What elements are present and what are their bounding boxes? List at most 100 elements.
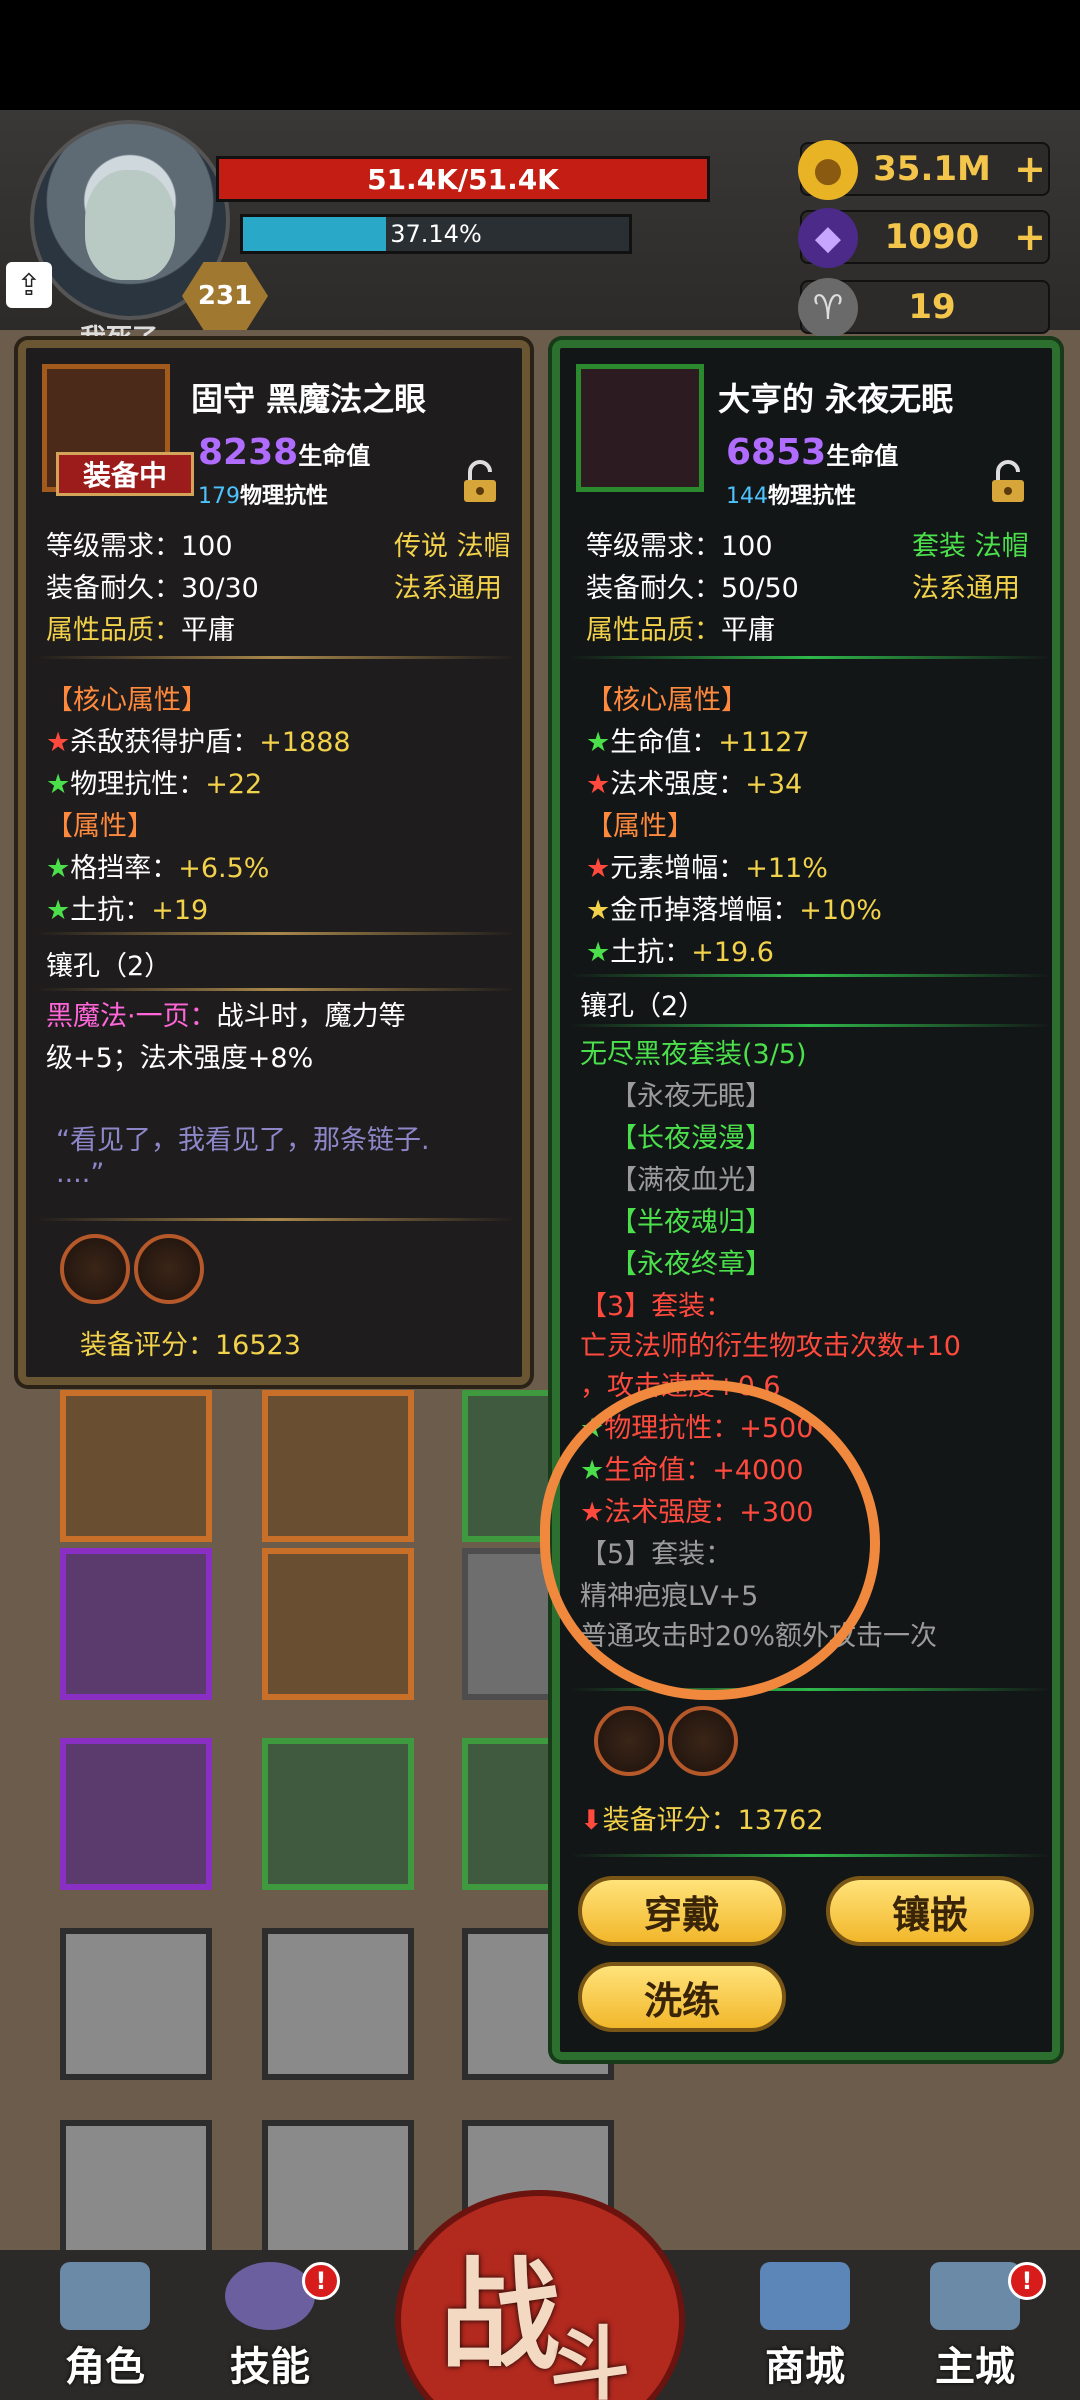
key-counter: ♈ 19	[798, 278, 1050, 338]
socket-slot[interactable]	[668, 1706, 738, 1776]
refine-button[interactable]: 洗练	[578, 1962, 786, 2032]
ram-skull-icon: ♈	[798, 278, 858, 338]
key-value: 19	[908, 287, 956, 327]
swirl-icon	[225, 2262, 315, 2330]
quality: 属性品质：平庸	[586, 608, 775, 647]
gold-counter: ● 35.1M +	[798, 140, 1050, 200]
skill-name: 黑魔法·一页：	[46, 1001, 217, 1032]
core-attribute: ★杀敌获得护盾：+1888	[46, 727, 351, 758]
divider	[570, 1688, 1050, 1691]
score-down-arrow-icon: ⬇	[580, 1805, 603, 1836]
attribute: ★金币掉落增幅：+10%	[586, 895, 882, 926]
core-attribute: ★物理抗性：+22	[46, 769, 263, 800]
divider	[36, 988, 516, 991]
add-gold-button[interactable]: +	[1010, 144, 1050, 194]
attr-value: +34	[745, 769, 803, 800]
gem-value: 1090	[884, 217, 980, 257]
unlock-icon[interactable]	[456, 458, 504, 506]
attr-label: 土抗：	[610, 937, 692, 968]
unlock-icon[interactable]	[984, 458, 1032, 506]
core-attribute: ★生命值：+1127	[586, 727, 810, 758]
inventory-slot[interactable]	[262, 1928, 414, 2080]
sockets-label: 镶孔（2）	[580, 991, 706, 1022]
notification-badge: !	[302, 2262, 340, 2300]
inventory-slot[interactable]	[262, 1548, 414, 1700]
item-class: 法系通用	[394, 573, 502, 604]
core-attributes-header: 【核心属性】	[46, 685, 208, 716]
attr-value: +19	[151, 895, 209, 926]
divider	[36, 1218, 516, 1221]
item-armor: 179物理抗性	[198, 478, 328, 510]
rarity-type: 传说 法帽	[394, 531, 511, 562]
nav-city-label: 主城	[935, 2344, 1015, 2390]
attribute: ★土抗：+19	[46, 895, 209, 926]
inventory-slot[interactable]	[262, 1390, 414, 1542]
battle-label-1: 战	[440, 2245, 560, 2386]
equipped-badge: 装备中	[56, 452, 194, 496]
attr-label: 格挡率：	[70, 853, 179, 884]
helmet-icon	[60, 2262, 150, 2330]
wear-button[interactable]: 穿戴	[578, 1876, 786, 1946]
nav-role[interactable]: 角色	[40, 2262, 170, 2392]
set-piece: 【半夜魂归】	[610, 1207, 772, 1238]
inventory-slot[interactable]	[60, 1738, 212, 1890]
quality-label: 属性品质：	[586, 615, 721, 646]
quality: 属性品质：平庸	[46, 608, 235, 647]
set-piece: 【永夜终章】	[610, 1249, 772, 1280]
divider	[36, 656, 516, 659]
avatar-face	[85, 170, 175, 280]
share-icon[interactable]: ⇪	[6, 262, 52, 308]
exp-bar-text: 37.14%	[390, 220, 482, 248]
item-armor-value: 144	[726, 484, 768, 509]
inventory-slot[interactable]	[60, 1390, 212, 1542]
inventory-slot[interactable]	[60, 1548, 212, 1700]
item-class: 法系通用	[912, 573, 1020, 604]
nav-skill-label: 技能	[230, 2344, 310, 2390]
skill-desc-2: 级+5；法术强度+8%	[46, 1043, 314, 1074]
battle-label-2: 斗	[550, 2317, 630, 2400]
set3-line: 亡灵法师的衍生物攻击次数+10	[580, 1331, 961, 1362]
compare-item-card: 大亨的 永夜无眠 6853生命值 144物理抗性 等级需求：100 套装 法帽 …	[552, 340, 1060, 2060]
level-requirement: 等级需求：100	[586, 531, 773, 562]
item-armor: 144物理抗性	[726, 478, 856, 510]
flavor-text: “看见了，我看见了，那条链子.	[56, 1125, 430, 1156]
divider	[570, 974, 1050, 977]
attribute: ★元素增幅：+11%	[586, 853, 828, 884]
inventory-slot[interactable]	[262, 1738, 414, 1890]
attributes-header: 【属性】	[586, 811, 694, 842]
item-title: 大亨的 永夜无眠	[718, 380, 954, 418]
attribute: ★土抗：+19.6	[586, 937, 774, 968]
inlay-button[interactable]: 镶嵌	[826, 1876, 1034, 1946]
core-attributes-header: 【核心属性】	[586, 685, 748, 716]
socket-slot[interactable]	[60, 1234, 130, 1304]
item-armor-label: 物理抗性	[768, 484, 857, 509]
divider	[36, 932, 516, 935]
add-gem-button[interactable]: +	[1010, 212, 1050, 262]
divider	[570, 656, 1050, 659]
set-piece: 【长夜漫漫】	[610, 1123, 772, 1154]
quality-label: 属性品质：	[46, 615, 181, 646]
socket-slot[interactable]	[594, 1706, 664, 1776]
flavor-text-2: ....”	[56, 1158, 105, 1189]
set3-header: 【3】套装：	[580, 1291, 733, 1322]
socket-slot[interactable]	[134, 1234, 204, 1304]
nav-role-label: 角色	[65, 2344, 145, 2390]
score-value: 16523	[215, 1330, 301, 1361]
attr-label: 元素增幅：	[610, 853, 746, 884]
item-title: 固守 黑魔法之眼	[191, 380, 427, 418]
attr-value: +10%	[799, 895, 882, 926]
attr-label: 土抗：	[70, 895, 152, 926]
gold-coin-icon: ●	[798, 140, 858, 200]
nav-shop-label: 商城	[765, 2344, 845, 2390]
attributes-header: 【属性】	[46, 811, 154, 842]
item-hp-value: 6853	[726, 432, 827, 473]
nav-shop[interactable]: 商城	[740, 2262, 870, 2392]
durability: 装备耐久：30/30	[46, 573, 259, 604]
core-attribute: ★法术强度：+34	[586, 769, 803, 800]
durability: 装备耐久：50/50	[586, 573, 799, 604]
inventory-slot[interactable]	[60, 1928, 212, 2080]
attr-label: 生命值：	[610, 727, 719, 758]
item-score: 装备评分：16523	[80, 1323, 301, 1362]
quality-value: 平庸	[721, 615, 775, 646]
quality-value: 平庸	[181, 615, 235, 646]
